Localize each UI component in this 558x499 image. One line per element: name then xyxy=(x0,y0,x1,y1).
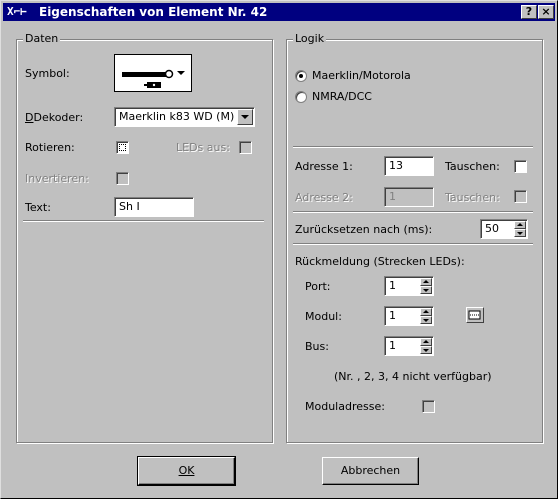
port-value: 1 xyxy=(389,279,396,292)
tauschen2-label: Tauschen: xyxy=(445,191,500,204)
bus-label: Bus: xyxy=(305,340,329,353)
bus-down-arrow[interactable] xyxy=(420,346,432,354)
adresse1-input[interactable]: 13 xyxy=(384,156,434,176)
ok-button[interactable]: OK xyxy=(137,456,236,486)
rotieren-checkbox[interactable] xyxy=(116,141,129,154)
app-icon: X⌐⊢ xyxy=(7,5,27,18)
invertieren-checkbox[interactable] xyxy=(116,172,129,185)
signal-symbol-icon xyxy=(122,69,174,88)
modul-up-arrow[interactable] xyxy=(420,308,432,316)
reset-label: Zurücksetzen nach (ms): xyxy=(295,223,433,236)
availability-note: (Nr. , 2, 3, 4 nicht verfügbar) xyxy=(334,370,492,383)
moduladresse-label: Moduladresse: xyxy=(305,400,385,413)
leds-aus-label: LEDs aus: xyxy=(176,141,230,154)
module-grid-icon xyxy=(468,310,481,320)
text-label: Text: xyxy=(25,201,51,214)
reset-down-arrow[interactable] xyxy=(514,229,526,237)
daten-separator xyxy=(23,220,264,222)
symbol-dropdown-arrow[interactable] xyxy=(174,56,190,90)
daten-legend: Daten xyxy=(23,32,61,46)
protocol-label-nmra[interactable]: NMRA/DCC xyxy=(312,90,372,104)
cancel-button[interactable]: Abbrechen xyxy=(322,457,419,485)
moduladresse-checkbox[interactable] xyxy=(422,400,435,413)
symbol-picker[interactable] xyxy=(114,54,192,92)
port-spinner[interactable]: 1 xyxy=(384,276,434,296)
ok-button-label: OK xyxy=(178,464,195,477)
modul-label: Modul: xyxy=(305,310,342,323)
protocol-label-maerklin[interactable]: Maerklin/Motorola xyxy=(312,69,411,83)
tauschen1-checkbox[interactable] xyxy=(514,160,527,173)
daten-group: Daten xyxy=(16,32,273,443)
rotieren-label: Rotieren: xyxy=(25,141,75,154)
help-button[interactable]: ? xyxy=(521,5,537,19)
bus-spinner[interactable]: 1 xyxy=(384,336,434,356)
reset-up-arrow[interactable] xyxy=(514,221,526,229)
window-title: Eigenschaften von Element Nr. 42 xyxy=(39,5,268,19)
title-bar[interactable]: X⌐⊢ Eigenschaften von Element Nr. 42 ? × xyxy=(3,3,555,21)
adresse2-input[interactable]: 1 xyxy=(384,187,434,207)
protocol-radio-maerklin[interactable] xyxy=(295,70,307,82)
invertieren-label: Invertieren: xyxy=(25,172,89,185)
rueckmeldung-label: Rückmeldung (Strecken LEDs): xyxy=(295,255,465,268)
port-up-arrow[interactable] xyxy=(420,278,432,286)
logik-separator-3 xyxy=(293,243,533,245)
text-input[interactable]: Sh I xyxy=(114,197,194,217)
logik-legend: Logik xyxy=(293,32,327,46)
logik-separator-2 xyxy=(293,211,533,213)
bus-value: 1 xyxy=(389,339,396,352)
tauschen1-label: Tauschen: xyxy=(445,160,500,173)
logik-separator-1 xyxy=(293,146,533,148)
dekoder-select[interactable]: Maerklin k83 WD (M) xyxy=(114,107,255,127)
close-button[interactable]: × xyxy=(538,5,554,19)
dekoder-value: Maerklin k83 WD (M) xyxy=(119,110,235,123)
protocol-radio-nmra[interactable] xyxy=(295,91,307,103)
tauschen2-checkbox[interactable] xyxy=(514,190,527,203)
reset-value: 50 xyxy=(485,222,499,235)
adresse1-label: Adresse 1: xyxy=(295,160,353,173)
dekoder-label: DDekoder: xyxy=(25,111,84,124)
port-down-arrow[interactable] xyxy=(420,286,432,294)
dekoder-dropdown-arrow[interactable] xyxy=(237,109,253,125)
dialog-window: X⌐⊢ Eigenschaften von Element Nr. 42 ? ×… xyxy=(0,0,558,499)
reset-spinner[interactable]: 50 xyxy=(480,219,528,239)
modul-value: 1 xyxy=(389,309,396,322)
bus-up-arrow[interactable] xyxy=(420,338,432,346)
modul-spinner[interactable]: 1 xyxy=(384,306,434,326)
adresse2-label: Adresse 2: xyxy=(295,191,353,204)
radio-selected-dot xyxy=(299,74,303,78)
port-label: Port: xyxy=(305,280,331,293)
cancel-button-label: Abbrechen xyxy=(340,464,401,477)
module-picker-button[interactable] xyxy=(466,307,484,323)
modul-down-arrow[interactable] xyxy=(420,316,432,324)
leds-aus-checkbox[interactable] xyxy=(239,141,252,154)
symbol-label: Symbol: xyxy=(25,67,70,80)
